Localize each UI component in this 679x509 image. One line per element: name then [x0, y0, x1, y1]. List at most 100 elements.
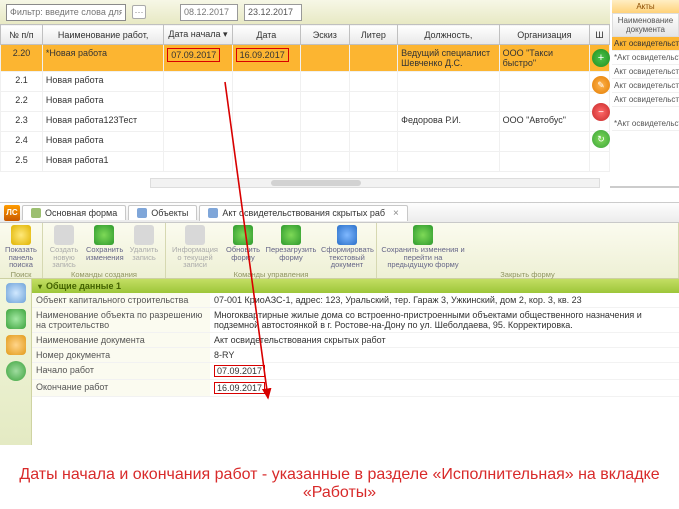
tab-label: Объекты: [151, 208, 188, 218]
group-header-label: Общие данные 1: [46, 281, 121, 291]
cell-name: Новая работа: [42, 72, 163, 92]
edit-act-button[interactable]: ✎: [592, 76, 610, 94]
save-changes-button[interactable]: Сохранить изменения: [86, 225, 122, 269]
form-row: Наименование объекта по разрешению на ст…: [32, 308, 679, 333]
form-row: Объект капитального строительства07-001 …: [32, 293, 679, 308]
record-info-button[interactable]: Информация о текущей записи: [169, 225, 221, 269]
ribbon-button-label: Показать панель поиска: [5, 245, 37, 269]
field-label: Окончание работ: [32, 380, 210, 397]
table-row[interactable]: 2.2 Новая работа: [1, 92, 610, 112]
ribbon-group-label: Команды создания: [46, 269, 162, 279]
sidebar-save-icon[interactable]: [6, 309, 26, 329]
date-from-input[interactable]: [180, 4, 238, 21]
table-row[interactable]: 2.20 *Новая работа 07.09.2017 16.09.2017…: [1, 45, 610, 72]
ribbon-group-close: Сохранить изменения и перейти на предыду…: [377, 223, 679, 278]
save-and-back-button[interactable]: Сохранить изменения и перейти на предыду…: [380, 225, 466, 269]
acts-row[interactable]: Акт освидетельствования: [612, 37, 679, 51]
caption-text: Даты начала и окончания работ - указанны…: [0, 462, 679, 509]
acts-row[interactable]: Акт освидетельствования: [612, 93, 679, 107]
acts-row[interactable]: Акт освидетельствования: [612, 65, 679, 79]
field-value[interactable]: 8-RY: [210, 348, 679, 363]
field-label: Объект капитального строительства: [32, 293, 210, 308]
field-value[interactable]: Акт освидетельствования скрытых работ: [210, 333, 679, 348]
show-search-panel-button[interactable]: Показать панель поиска: [3, 225, 39, 269]
refresh-act-button[interactable]: ↻: [592, 130, 610, 148]
form-row: Наименование документаАкт освидетельство…: [32, 333, 679, 348]
field-value-end-date[interactable]: 16.09.2017: [210, 380, 679, 397]
cell-num: 2.2: [1, 92, 43, 112]
acts-panel: Акты Наименование документа Акт освидете…: [612, 0, 679, 188]
field-value[interactable]: Многоквартирные жилые дома со встроенно-…: [210, 308, 679, 333]
field-label: Наименование документа: [32, 333, 210, 348]
field-label: Номер документа: [32, 348, 210, 363]
col-org[interactable]: Организация: [499, 25, 589, 45]
col-num[interactable]: № п/п: [1, 25, 43, 45]
works-grid-panel: ⋯ № п/п Наименование работ, Дата начала …: [0, 0, 679, 188]
col-liter[interactable]: Литер: [349, 25, 398, 45]
acts-row[interactable]: *Акт освидетельствования: [612, 51, 679, 65]
filter-input[interactable]: [6, 4, 126, 21]
tab-main-form[interactable]: Основная форма: [22, 205, 126, 220]
close-icon[interactable]: ×: [393, 208, 399, 219]
col-start[interactable]: Дата начала ▾: [164, 25, 232, 45]
refresh-form-button[interactable]: Обновить форму: [225, 225, 261, 269]
sidebar-refresh-icon[interactable]: [6, 361, 26, 381]
acts-row[interactable]: *Акт освидетельствования: [612, 117, 679, 131]
cell-org: ООО "Автобус": [499, 112, 589, 132]
ribbon-button-label: Сохранить изменения: [86, 245, 124, 262]
form-window: ЛС Основная форма Объекты Акт освидетель…: [0, 202, 679, 462]
sidebar-print-icon[interactable]: [6, 283, 26, 303]
filter-bar: ⋯: [0, 0, 610, 24]
table-row[interactable]: 2.5 Новая работа1: [1, 152, 610, 172]
form-row: Номер документа8-RY: [32, 348, 679, 363]
col-name[interactable]: Наименование работ,: [42, 25, 163, 45]
cell-num: 2.4: [1, 132, 43, 152]
ribbon-group-create: Создать новую запись Сохранить изменения…: [43, 223, 166, 278]
delete-act-button[interactable]: −: [592, 103, 610, 121]
field-value-start-date[interactable]: 07.09.2017: [210, 363, 679, 380]
chevron-down-icon: ▾: [38, 282, 42, 291]
acts-title: Акты: [612, 0, 679, 13]
highlighted-end-date-form: 16.09.2017: [214, 382, 265, 394]
col-sh[interactable]: Ш: [590, 25, 610, 45]
cell-num: 2.3: [1, 112, 43, 132]
filter-more-button[interactable]: ⋯: [132, 5, 146, 19]
new-record-button[interactable]: Создать новую запись: [46, 225, 82, 269]
acts-row[interactable]: Акт освидетельствования: [612, 79, 679, 93]
col-position[interactable]: Должность,: [398, 25, 500, 45]
sidebar-folder-icon[interactable]: [6, 335, 26, 355]
form-row: Окончание работ 16.09.2017: [32, 380, 679, 397]
acts-column-header[interactable]: Наименование документа: [612, 13, 679, 37]
tab-objects[interactable]: Объекты: [128, 205, 197, 220]
cell-name: Новая работа: [42, 92, 163, 112]
form-row: Начало работ07.09.2017: [32, 363, 679, 380]
cell-position: Ведущий специалист Шевченко Д.С.: [398, 45, 500, 72]
cell-name: *Новая работа: [42, 45, 163, 72]
table-row[interactable]: 2.1 Новая работа: [1, 72, 610, 92]
cell-name: Новая работа1: [42, 152, 163, 172]
add-act-button[interactable]: +: [592, 49, 610, 67]
horizontal-scrollbar[interactable]: [150, 178, 600, 188]
delete-record-button[interactable]: Удалить запись: [126, 225, 162, 269]
col-date[interactable]: Дата: [232, 25, 300, 45]
date-to-input[interactable]: [244, 4, 302, 21]
ribbon-group-label: Поиск: [3, 269, 39, 279]
form-sidebar: [0, 279, 32, 445]
make-text-doc-button[interactable]: Сформировать текстовый документ: [321, 225, 373, 269]
tab-act-document[interactable]: Акт освидетельствования скрытых раб×: [199, 205, 407, 221]
table-row[interactable]: 2.4 Новая работа: [1, 132, 610, 152]
row-actions: + ✎ − ↻: [592, 46, 610, 151]
table-row[interactable]: 2.3 Новая работа123Тест Федорова Р.И. ОО…: [1, 112, 610, 132]
field-value[interactable]: 07-001 КриоАЗС-1, адрес: 123, Уральский,…: [210, 293, 679, 308]
reload-form-button[interactable]: Перезагрузить форму: [265, 225, 317, 269]
group-header-general[interactable]: ▾ Общие данные 1: [32, 279, 679, 293]
cell-name: Новая работа123Тест: [42, 112, 163, 132]
field-label: Наименование объекта по разрешению на ст…: [32, 308, 210, 333]
ribbon-button-label: Сохранить изменения и перейти на предыду…: [381, 245, 464, 269]
cell-name: Новая работа: [42, 132, 163, 152]
cell-position: Федорова Р.И.: [398, 112, 500, 132]
col-eskiz[interactable]: Эскиз: [301, 25, 350, 45]
cell-num: 2.5: [1, 152, 43, 172]
highlighted-start-date-form: 07.09.2017: [214, 365, 265, 377]
ribbon-group-search: Показать панель поиска Поиск: [0, 223, 43, 278]
